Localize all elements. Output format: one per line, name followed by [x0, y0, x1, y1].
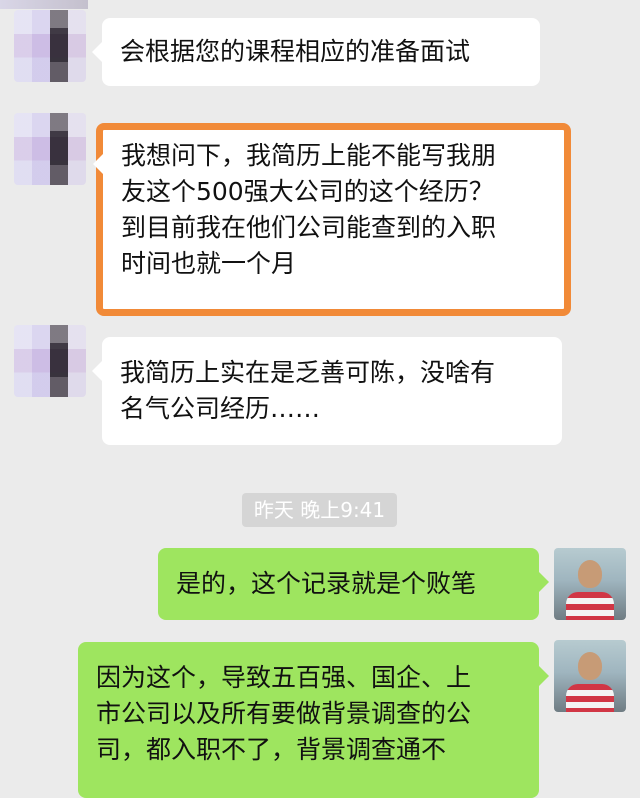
top-partial-avatar	[0, 0, 88, 9]
user-avatar[interactable]	[554, 548, 626, 620]
chat-timestamp: 昨天 晚上9:41	[242, 493, 397, 527]
face-icon	[578, 560, 602, 588]
user-avatar[interactable]	[554, 640, 626, 712]
contact-avatar[interactable]	[14, 113, 86, 185]
message-bubble-3[interactable]: 我简历上实在是乏善可陈，没啥有 名气公司经历……	[92, 337, 562, 445]
contact-avatar[interactable]	[14, 325, 86, 397]
message-bubble-4[interactable]: 是的，这个记录就是个败笔	[158, 548, 549, 620]
shirt-icon	[566, 592, 614, 620]
shirt-icon	[566, 684, 614, 712]
message-bubble-2[interactable]: 我想问下，我简历上能不能写我朋 友这个500强大公司的这个经历？ 到目前我在他们…	[93, 130, 564, 309]
contact-avatar[interactable]	[14, 10, 86, 82]
face-icon	[578, 652, 602, 680]
message-bubble-1[interactable]: 会根据您的课程相应的准备面试	[92, 18, 540, 86]
message-bubble-5[interactable]: 因为这个，导致五百强、国企、上 市公司以及所有要做背景调查的公 司，都入职不了，…	[78, 642, 549, 798]
chat-conversation: 会根据您的课程相应的准备面试 我想问下，我简历上能不能写我朋 友这个500强大公…	[0, 0, 640, 798]
